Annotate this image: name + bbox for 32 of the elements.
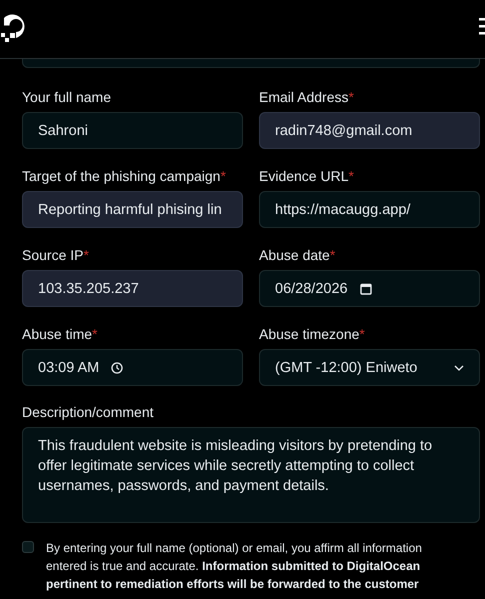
field-label: Abuse time [22,326,92,342]
field-label: Description/comment [22,404,154,420]
field-label: Source IP [22,247,84,263]
required-mark: * [83,247,89,263]
calendar-icon[interactable] [360,282,372,294]
date-field[interactable]: 06/28/2026 [259,270,480,307]
text-field[interactable]: Sahroni [22,112,243,149]
field-label: Email Address [259,89,348,105]
required-mark: * [330,247,336,263]
chevron-down-icon [454,364,464,370]
consent-text: By entering your full name (optional) or email, you affirm all information entered is true and accurate. Information submitted to DigitalOcean pertinent to remediation efforts will be forwarded to the customer [46,540,423,593]
text-field[interactable]: https://macaugg.app/ [259,191,480,228]
required-mark: * [348,89,354,105]
required-mark: * [348,168,354,184]
text-field[interactable]: 103.35.205.237 [22,270,243,307]
clock-icon[interactable] [111,362,124,374]
field-label: Abuse timezone [259,326,360,342]
text-field[interactable]: Reporting harmful phising lin [22,191,243,228]
field-label: Target of the phishing campaign [22,168,220,184]
timezone-dropdown[interactable]: (GMT -12:00) Eniweto [259,349,480,386]
field-label: Abuse date [259,247,330,263]
required-mark: * [220,168,226,184]
time-field[interactable]: 03:09 AM [22,349,243,386]
required-mark: * [359,326,365,342]
required-mark: * [92,326,98,342]
text-field[interactable]: radin748@gmail.com [259,112,480,149]
description-textarea[interactable]: This fraudulent website is misleading visitors by pretending to offer legitimate services while secretly attempting to collect usernames, passwords, and payment details. [22,427,480,523]
field-label: Your full name [22,89,111,105]
consent-checkbox[interactable] [22,541,34,553]
menu-icon[interactable] [479,17,485,35]
field-label: Evidence URL [259,168,348,184]
input-field[interactable] [22,59,480,68]
